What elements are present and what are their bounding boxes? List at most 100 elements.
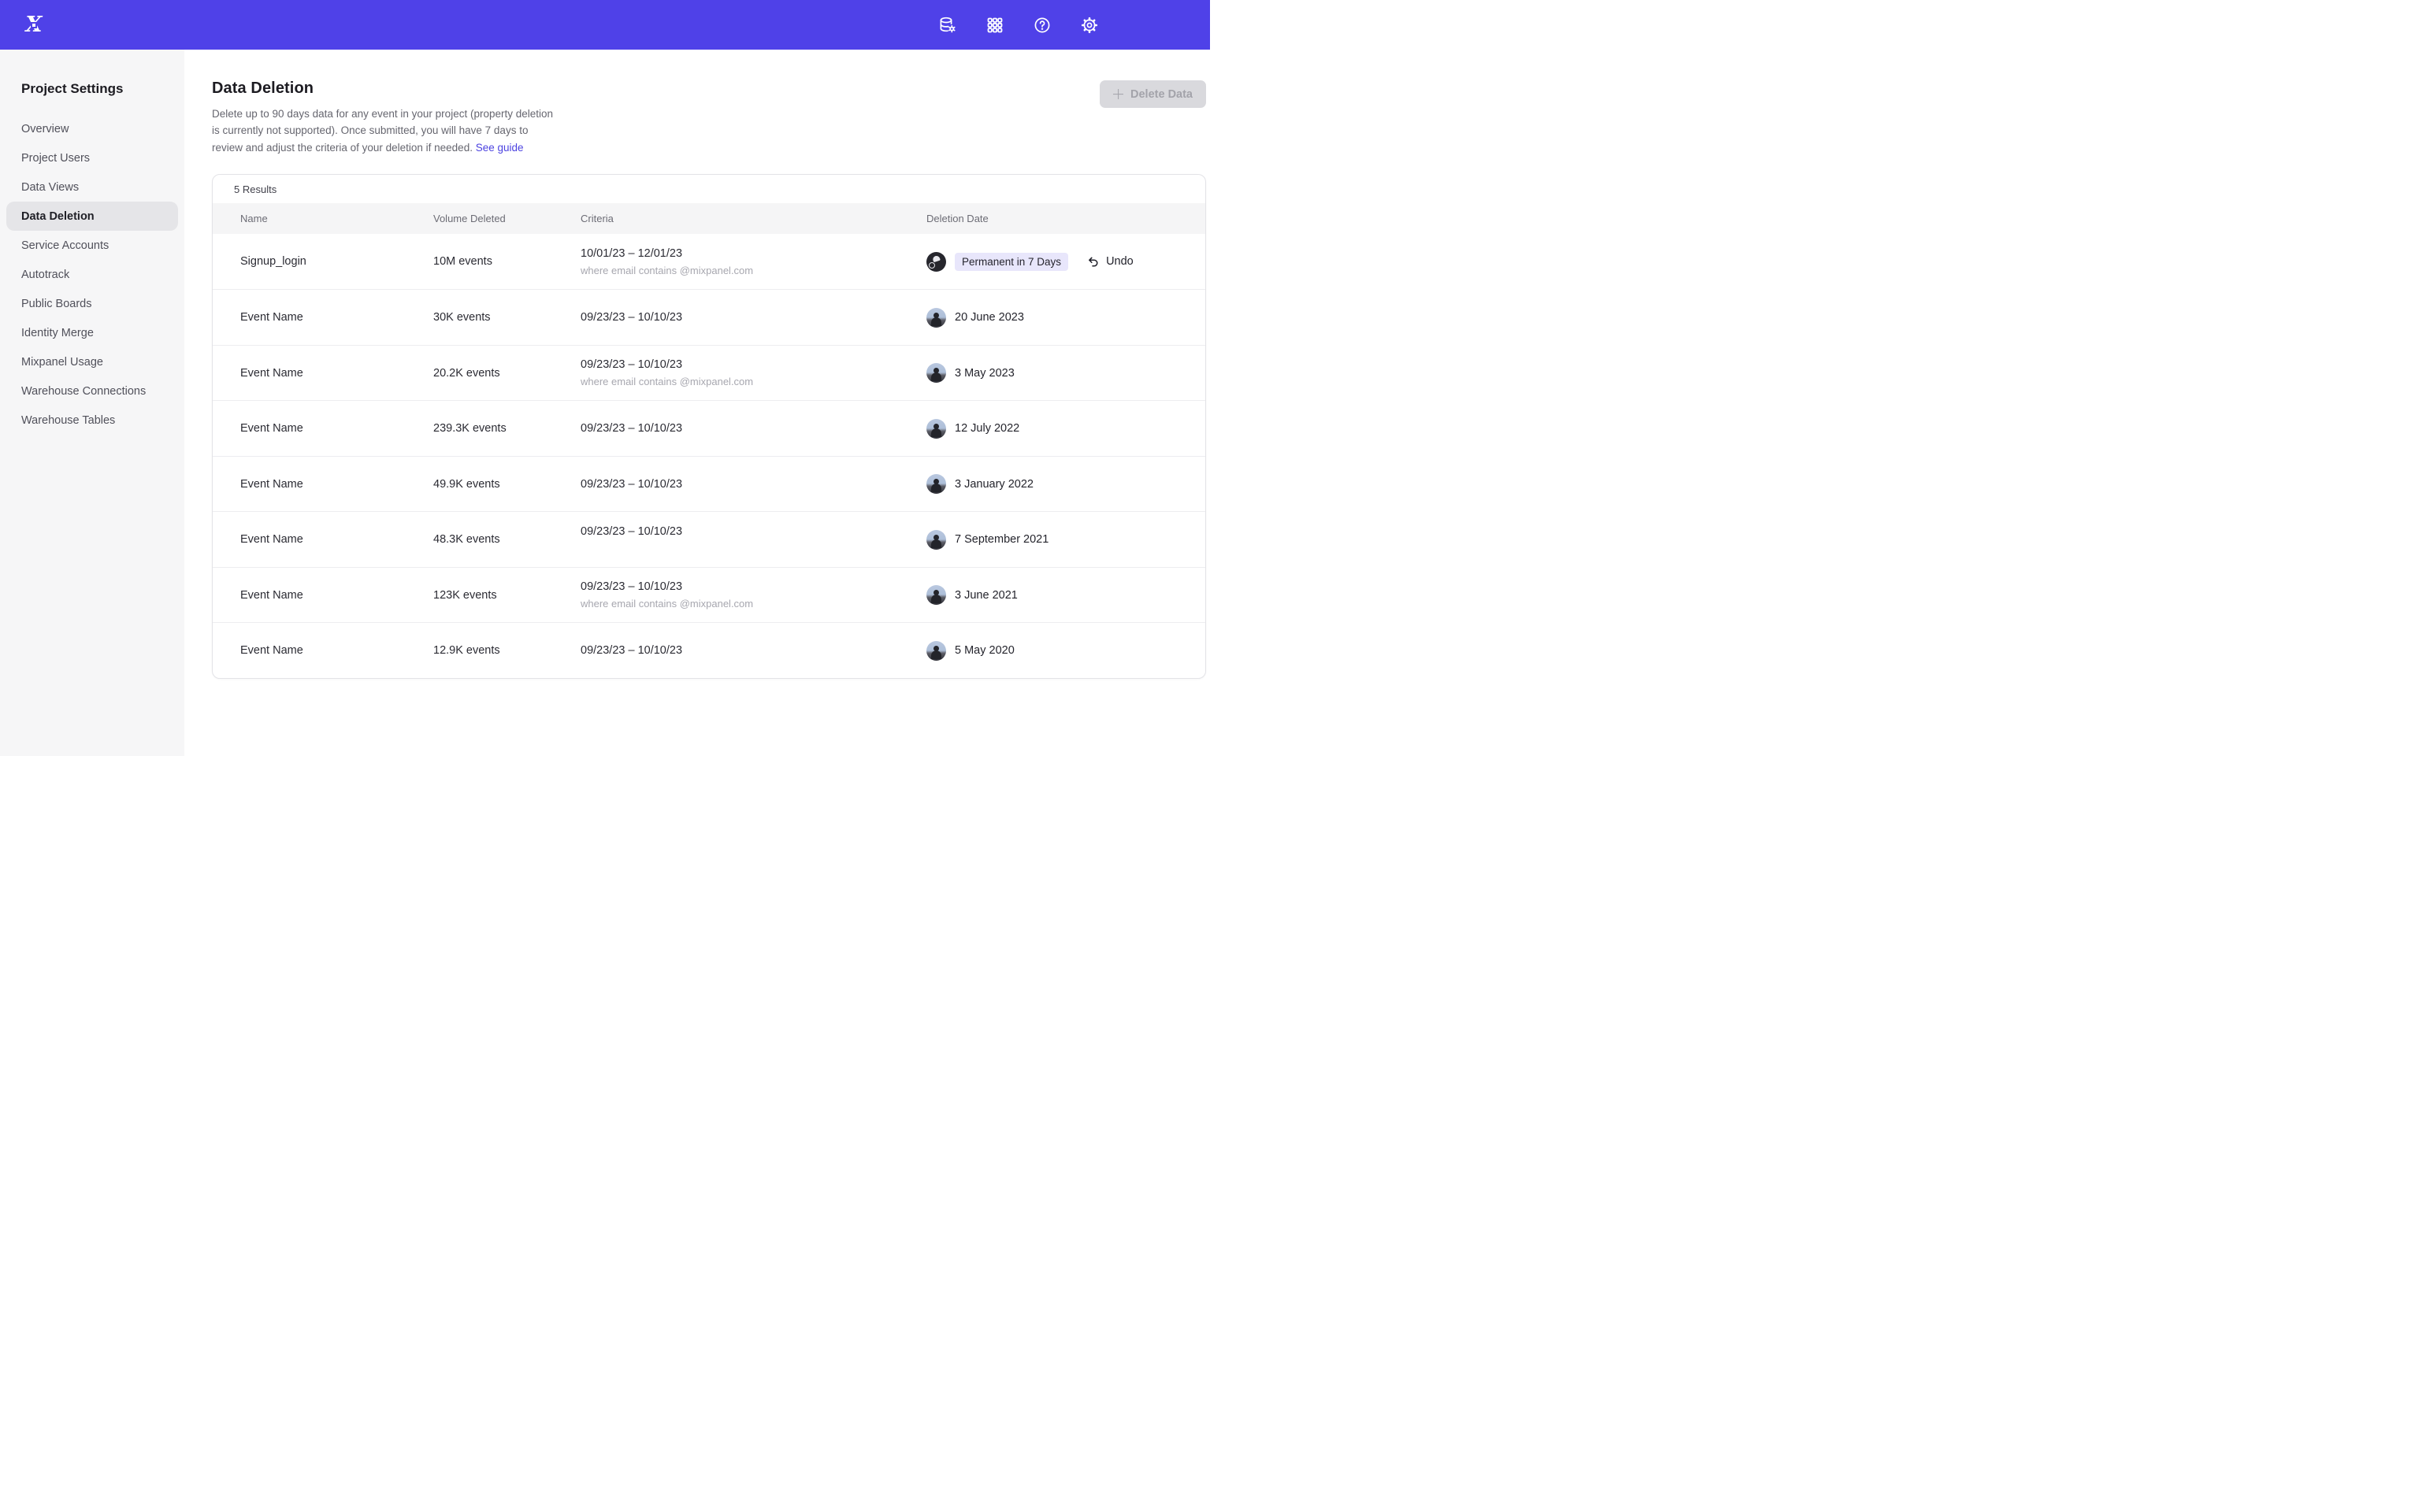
- settings-gear-icon[interactable]: [1080, 16, 1099, 35]
- criteria-filter-text: where email contains @mixpanel.com: [581, 265, 926, 276]
- deletion-date-cell: 7 September 2021: [926, 530, 1205, 550]
- logo-center-dot: [32, 24, 35, 27]
- help-icon[interactable]: [1033, 16, 1052, 35]
- settings-sidebar: Project Settings OverviewProject UsersDa…: [0, 50, 184, 756]
- delete-data-button[interactable]: Delete Data: [1100, 80, 1206, 108]
- sidebar-item-autotrack[interactable]: Autotrack: [6, 260, 178, 289]
- volume-deleted-cell: 20.2K events: [433, 367, 581, 380]
- page-title: Data Deletion: [212, 80, 562, 98]
- sidebar-title: Project Settings: [6, 81, 178, 97]
- table-row[interactable]: Event Name 12.9K events 09/23/23 – 10/10…: [213, 622, 1205, 678]
- table-row[interactable]: Event Name 123K events 09/23/23 – 10/10/…: [213, 567, 1205, 623]
- sidebar-item-public-boards[interactable]: Public Boards: [6, 289, 178, 318]
- deletion-date-cell: Permanent in 7 Days Undo: [926, 252, 1205, 272]
- mixpanel-logo[interactable]: X: [24, 15, 44, 35]
- criteria-date-range: 09/23/23 – 10/10/23: [581, 580, 926, 593]
- event-name-cell: Event Name: [240, 533, 433, 546]
- criteria-filter-text: where email contains @mixpanel.com: [581, 376, 926, 387]
- criteria-date-range: 09/23/23 – 10/10/23: [581, 358, 926, 371]
- volume-deleted-cell: 123K events: [433, 589, 581, 602]
- deletion-date-cell: 12 July 2022: [926, 419, 1205, 439]
- event-name-cell: Event Name: [240, 367, 433, 380]
- column-header-volume: Volume Deleted: [433, 213, 581, 224]
- delete-data-button-label: Delete Data: [1130, 88, 1193, 101]
- table-row[interactable]: Event Name 30K events 09/23/23 – 10/10/2…: [213, 289, 1205, 345]
- criteria-cell: 09/23/23 – 10/10/23 where email contains…: [581, 358, 926, 387]
- undo-label: Undo: [1106, 255, 1134, 268]
- criteria-date-range: 09/23/23 – 10/10/23: [581, 644, 926, 657]
- requester-avatar: [926, 308, 946, 328]
- criteria-cell: 09/23/23 – 10/10/23: [581, 311, 926, 324]
- table-row[interactable]: Signup_login 10M events 10/01/23 – 12/01…: [213, 234, 1205, 290]
- undo-button[interactable]: Undo: [1086, 255, 1134, 269]
- plus-icon: [1113, 89, 1123, 99]
- deletion-date-cell: 3 May 2023: [926, 363, 1205, 383]
- event-name-cell: Event Name: [240, 478, 433, 491]
- requester-avatar: [926, 641, 946, 661]
- criteria-date-range: 10/01/23 – 12/01/23: [581, 247, 926, 260]
- table-row[interactable]: Event Name 239.3K events 09/23/23 – 10/1…: [213, 400, 1205, 456]
- undo-arrow-icon: [1086, 255, 1100, 269]
- event-name-cell: Event Name: [240, 589, 433, 602]
- deletion-date-text: 3 May 2023: [955, 367, 1015, 380]
- table-body: Signup_login 10M events 10/01/23 – 12/01…: [213, 234, 1205, 678]
- table-row[interactable]: Event Name 20.2K events 09/23/23 – 10/10…: [213, 345, 1205, 401]
- sidebar-item-warehouse-connections[interactable]: Warehouse Connections: [6, 376, 178, 406]
- topbar-icon-group: [938, 16, 1099, 35]
- requester-avatar: [926, 474, 946, 494]
- permanent-deletion-badge: Permanent in 7 Days: [955, 253, 1068, 271]
- table-row[interactable]: Event Name 48.3K events 09/23/23 – 10/10…: [213, 511, 1205, 567]
- deletion-date-cell: 20 June 2023: [926, 308, 1205, 328]
- event-name-cell: Event Name: [240, 644, 433, 657]
- event-name-cell: Signup_login: [240, 255, 433, 268]
- column-header-deletion-date: Deletion Date: [926, 213, 1205, 224]
- sidebar-item-mixpanel-usage[interactable]: Mixpanel Usage: [6, 347, 178, 376]
- results-count: 5 Results: [213, 175, 1205, 203]
- deletion-date-cell: 3 January 2022: [926, 474, 1205, 494]
- sidebar-item-project-users[interactable]: Project Users: [6, 143, 178, 172]
- deletion-date-text: 3 January 2022: [955, 478, 1034, 491]
- sidebar-item-warehouse-tables[interactable]: Warehouse Tables: [6, 406, 178, 435]
- see-guide-link[interactable]: See guide: [476, 142, 524, 154]
- top-navigation-bar: X: [0, 0, 1210, 50]
- deletion-date-cell: 5 May 2020: [926, 641, 1205, 661]
- deletion-date-text: 5 May 2020: [955, 644, 1015, 657]
- volume-deleted-cell: 10M events: [433, 255, 581, 268]
- deletion-date-text: 7 September 2021: [955, 533, 1049, 546]
- criteria-date-range: 09/23/23 – 10/10/23: [581, 422, 926, 435]
- requester-avatar: [926, 419, 946, 439]
- criteria-date-range: 09/23/23 – 10/10/23: [581, 525, 926, 538]
- sidebar-item-service-accounts[interactable]: Service Accounts: [6, 231, 178, 260]
- deletion-date-text: 3 June 2021: [955, 589, 1018, 602]
- criteria-cell: 09/23/23 – 10/10/23: [581, 478, 926, 491]
- criteria-date-range: 09/23/23 – 10/10/23: [581, 478, 926, 491]
- sidebar-item-data-deletion[interactable]: Data Deletion: [6, 202, 178, 231]
- page-header: Data Deletion Delete up to 90 days data …: [212, 80, 1206, 156]
- deletion-date-text: 20 June 2023: [955, 311, 1024, 324]
- requester-avatar: [926, 530, 946, 550]
- volume-deleted-cell: 239.3K events: [433, 422, 581, 435]
- volume-deleted-cell: 48.3K events: [433, 533, 581, 546]
- criteria-cell: 10/01/23 – 12/01/23 where email contains…: [581, 247, 926, 276]
- data-management-icon[interactable]: [938, 16, 957, 35]
- deletion-date-cell: 3 June 2021: [926, 585, 1205, 605]
- main-content: Data Deletion Delete up to 90 days data …: [184, 50, 1211, 756]
- criteria-cell: 09/23/23 – 10/10/23: [581, 644, 926, 657]
- event-name-cell: Event Name: [240, 311, 433, 324]
- criteria-filter-text: [581, 543, 926, 554]
- page-header-text: Data Deletion Delete up to 90 days data …: [212, 80, 562, 156]
- column-header-name: Name: [240, 213, 433, 224]
- volume-deleted-cell: 30K events: [433, 311, 581, 324]
- criteria-filter-text: where email contains @mixpanel.com: [581, 598, 926, 610]
- page-description: Delete up to 90 days data for any event …: [212, 106, 562, 156]
- deletion-date-text: 12 July 2022: [955, 422, 1019, 435]
- apps-grid-icon[interactable]: [985, 16, 1004, 35]
- volume-deleted-cell: 49.9K events: [433, 478, 581, 491]
- table-row[interactable]: Event Name 49.9K events 09/23/23 – 10/10…: [213, 456, 1205, 512]
- requester-avatar: [926, 252, 946, 272]
- sidebar-item-identity-merge[interactable]: Identity Merge: [6, 318, 178, 347]
- criteria-cell: 09/23/23 – 10/10/23: [581, 422, 926, 435]
- column-header-criteria: Criteria: [581, 213, 926, 224]
- sidebar-item-overview[interactable]: Overview: [6, 114, 178, 143]
- sidebar-item-data-views[interactable]: Data Views: [6, 172, 178, 202]
